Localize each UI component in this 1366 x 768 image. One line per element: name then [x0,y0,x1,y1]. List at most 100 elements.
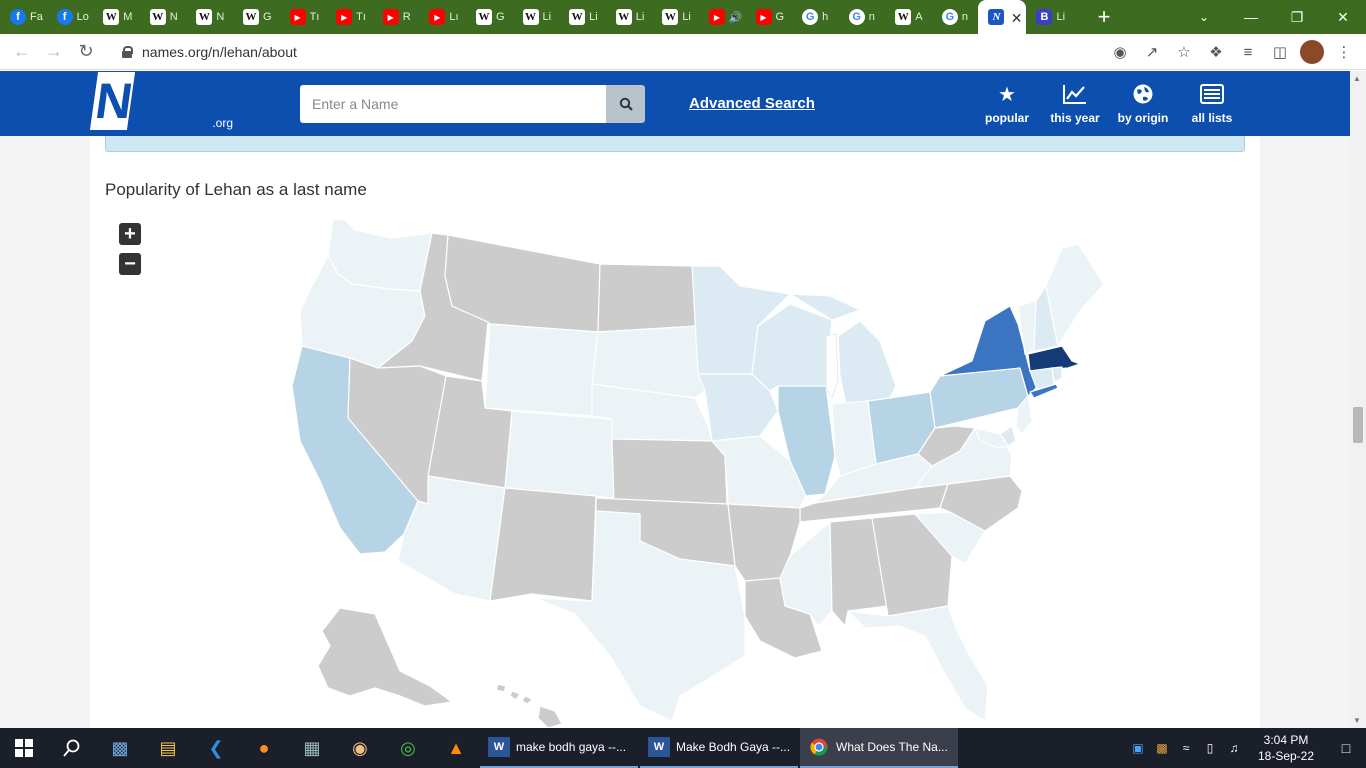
computer-icon[interactable]: ▩ [96,728,144,768]
browser-tab[interactable]: N ✕ [978,0,1027,34]
state-pennsylvania[interactable] [929,367,1029,429]
clock-date: 18-Sep-22 [1257,749,1315,763]
battery-icon[interactable]: ▯ [1198,741,1222,755]
google-icon: G [802,9,819,25]
side-panel-icon[interactable]: ◫ [1268,40,1292,64]
tray-app-icon[interactable]: ▩ [1150,741,1174,755]
browser-tab[interactable]: WA [885,0,932,34]
state-kansas[interactable] [611,438,728,505]
state-colorado[interactable] [504,410,615,499]
vscode-icon[interactable]: ❮ [192,728,240,768]
browser-tab[interactable]: ▶ 🔊 [699,0,746,34]
browser-tab[interactable]: Gn [839,0,886,34]
logo-sub: .org [212,116,233,130]
network-app-icon[interactable]: ▣ [1126,741,1150,755]
browser-tab[interactable]: WG [233,0,280,34]
state-maine[interactable] [1045,243,1105,347]
forward-icon[interactable]: → [38,36,70,68]
calculator-icon[interactable]: ▦ [288,728,336,768]
nav-all-lists[interactable]: all lists [1172,83,1252,125]
nav-by-origin[interactable]: by origin [1103,83,1183,125]
state-michigan[interactable] [837,320,897,405]
reading-list-icon[interactable]: ≡ [1236,40,1260,64]
facebook-icon: f [10,9,26,25]
browser-tab[interactable]: W Li [606,0,653,34]
firefox-icon[interactable]: ● [240,728,288,768]
restore-icon[interactable]: ❐ [1274,0,1320,34]
scroll-thumb[interactable] [1353,407,1363,443]
windows-start-icon[interactable] [0,728,48,768]
browser-tab[interactable]: W Li [559,0,606,34]
browser-tab[interactable]: f Lo [47,0,94,34]
state-rhode-island[interactable] [1051,366,1063,383]
profile-avatar[interactable]: . [1300,40,1324,64]
tab-title: Tı [356,11,366,23]
browser-tab[interactable]: f Fa [0,0,47,34]
back-icon[interactable]: ← [6,36,38,68]
wikipedia-icon: W [662,9,679,25]
us-states-map[interactable] [0,136,1350,728]
tab-title: G [262,11,272,23]
tab-title: Fa [30,11,43,23]
youtube-icon: ▶ [429,9,446,25]
state-florida[interactable] [847,605,989,722]
eye-off-icon[interactable]: ◉ [1108,40,1132,64]
extensions-icon[interactable]: ❖ [1204,40,1228,64]
notifications-icon[interactable]: □ [1326,740,1366,756]
browser-tab[interactable]: B Li [1026,0,1073,34]
scroll-up-icon[interactable]: ▲ [1353,74,1361,83]
taskbar-item-word-1[interactable]: W make bodh gaya --... [480,728,638,768]
search-icon[interactable] [48,728,96,768]
state-alaska[interactable] [317,607,453,707]
youtube-icon: ▶ [289,9,306,25]
tab-title: G [495,11,505,23]
page-content: Popularity of Lehan as a last name + − [0,136,1350,728]
minimize-icon[interactable]: — [1228,0,1274,34]
address-bar[interactable]: names.org/n/lehan/about [110,38,1150,66]
browser-tab[interactable]: ▶ Tı [280,0,327,34]
browser-tab[interactable]: WN [186,0,233,34]
browser-tab[interactable]: Gn [932,0,979,34]
browser-tab[interactable]: Gh [792,0,839,34]
search-button[interactable] [606,85,645,123]
name-search-input[interactable] [300,85,606,123]
browser-tab[interactable]: W Li [513,0,560,34]
bookmark-star-icon[interactable]: ☆ [1172,40,1196,64]
system-tray: ▣ ▩ ≈ ▯ ♫ 3:04 PM 18-Sep-22 □ [1126,728,1366,768]
paint-icon[interactable]: ◉ [336,728,384,768]
menu-icon[interactable]: ⋮ [1332,40,1356,64]
close-tab-icon[interactable]: ✕ [1011,10,1023,27]
utorrent-icon[interactable]: ◎ [384,728,432,768]
browser-tab[interactable]: WN [140,0,187,34]
state-hawaii[interactable] [537,705,563,728]
close-window-icon[interactable]: ✕ [1320,0,1366,34]
wifi-icon[interactable]: ≈ [1174,741,1198,755]
tab-title: Li [589,11,598,23]
taskbar-item-word-2[interactable]: W Make Bodh Gaya --... [640,728,798,768]
reload-icon[interactable]: ↻ [70,36,102,68]
taskbar-item-chrome[interactable]: What Does The Na... [800,728,958,768]
browser-tab[interactable]: W Li [652,0,699,34]
advanced-search-link[interactable]: Advanced Search [689,95,815,112]
system-clock[interactable]: 3:04 PM 18-Sep-22 [1246,732,1326,764]
tab-search-icon[interactable]: ⌄ [1192,0,1216,34]
browser-tab[interactable]: ▶ Tı [326,0,373,34]
state-hawaii-islands[interactable] [495,683,533,705]
browser-tab[interactable]: ▶ G [746,0,793,34]
file-explorer-icon[interactable]: ▤ [144,728,192,768]
state-wyoming[interactable] [484,323,599,417]
word-icon: W [488,737,510,757]
browser-tab[interactable]: ▶ R [373,0,420,34]
new-tab-button[interactable]: + [1087,0,1121,34]
browser-tab[interactable]: ▶ Lı [419,0,466,34]
browser-tab[interactable]: WM [93,0,140,34]
state-north-dakota[interactable] [597,263,699,333]
vlc-icon[interactable]: ▲ [432,728,480,768]
browser-tab[interactable]: WG [466,0,513,34]
page-scrollbar[interactable]: ▲ ▼ [1350,71,1366,728]
volume-icon[interactable]: ♫ [1222,741,1246,755]
share-icon[interactable]: ↗ [1140,40,1164,64]
names-logo[interactable]: Names .org [89,72,239,187]
state-new-mexico[interactable] [489,487,597,602]
scroll-down-icon[interactable]: ▼ [1353,716,1361,725]
